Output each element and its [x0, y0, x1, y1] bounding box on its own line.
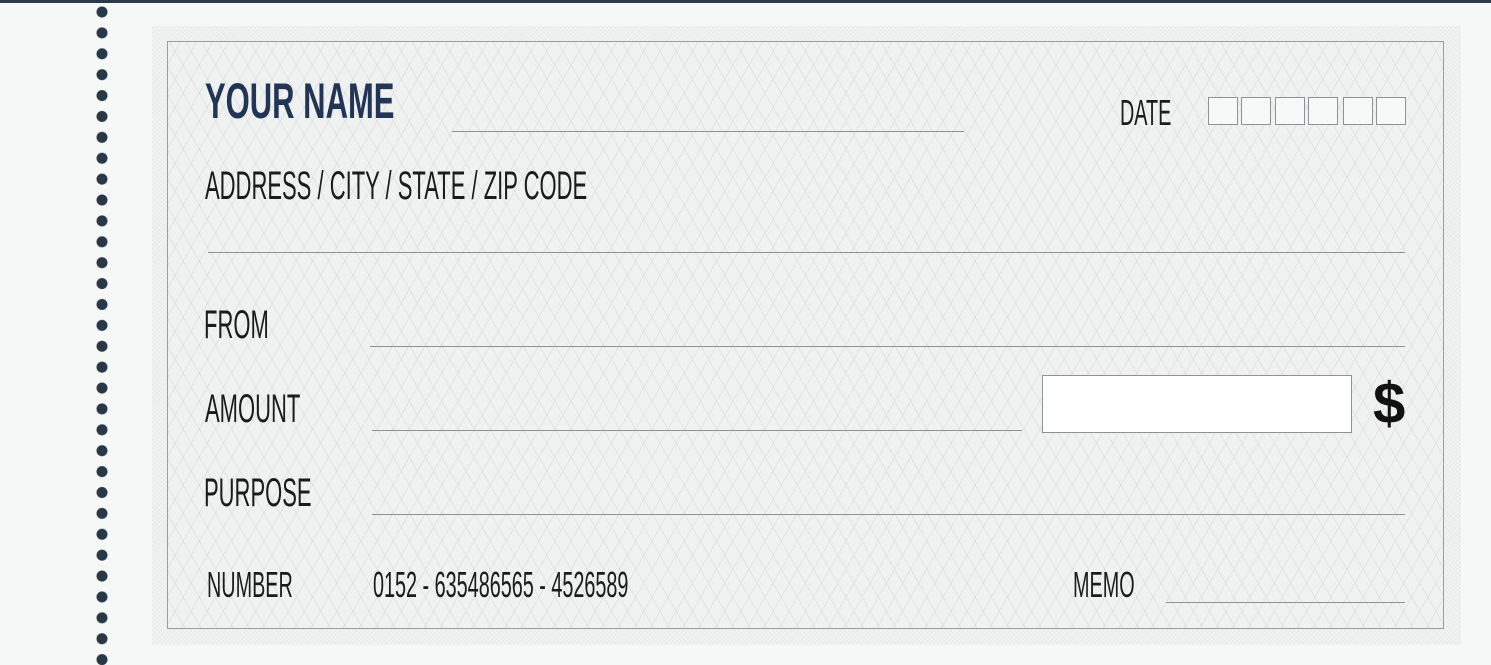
- memo-field-line[interactable]: [1166, 602, 1405, 603]
- date-digit-box[interactable]: [1308, 97, 1338, 125]
- date-digit-box[interactable]: [1241, 97, 1271, 125]
- name-signature-line: [452, 131, 964, 132]
- purpose-field-line[interactable]: [372, 514, 1405, 515]
- account-holder-name: YOUR NAME: [205, 73, 395, 129]
- perforation-edge: [96, 6, 108, 665]
- date-label: DATE: [1120, 92, 1172, 133]
- amount-numeric-box[interactable]: [1042, 375, 1352, 433]
- amount-label: AMOUNT: [205, 387, 301, 431]
- account-number: 0152 - 635486565 - 4526589: [373, 564, 629, 605]
- from-label: FROM: [204, 303, 269, 347]
- date-digit-box[interactable]: [1208, 97, 1238, 125]
- date-digit-box[interactable]: [1275, 97, 1305, 125]
- address-line: ADDRESS / CITY / STATE / ZIP CODE: [205, 164, 588, 208]
- top-border-bar: [0, 0, 1491, 3]
- amount-words-line[interactable]: [372, 430, 1022, 431]
- date-input-boxes: [1208, 97, 1406, 125]
- purpose-label: PURPOSE: [204, 471, 312, 515]
- date-digit-box[interactable]: [1343, 97, 1373, 125]
- address-underline: [208, 252, 1405, 253]
- memo-label: MEMO: [1073, 564, 1135, 605]
- dollar-sign: $: [1373, 371, 1406, 436]
- number-label: NUMBER: [207, 564, 293, 605]
- from-field-line[interactable]: [370, 346, 1405, 347]
- date-digit-box[interactable]: [1376, 97, 1406, 125]
